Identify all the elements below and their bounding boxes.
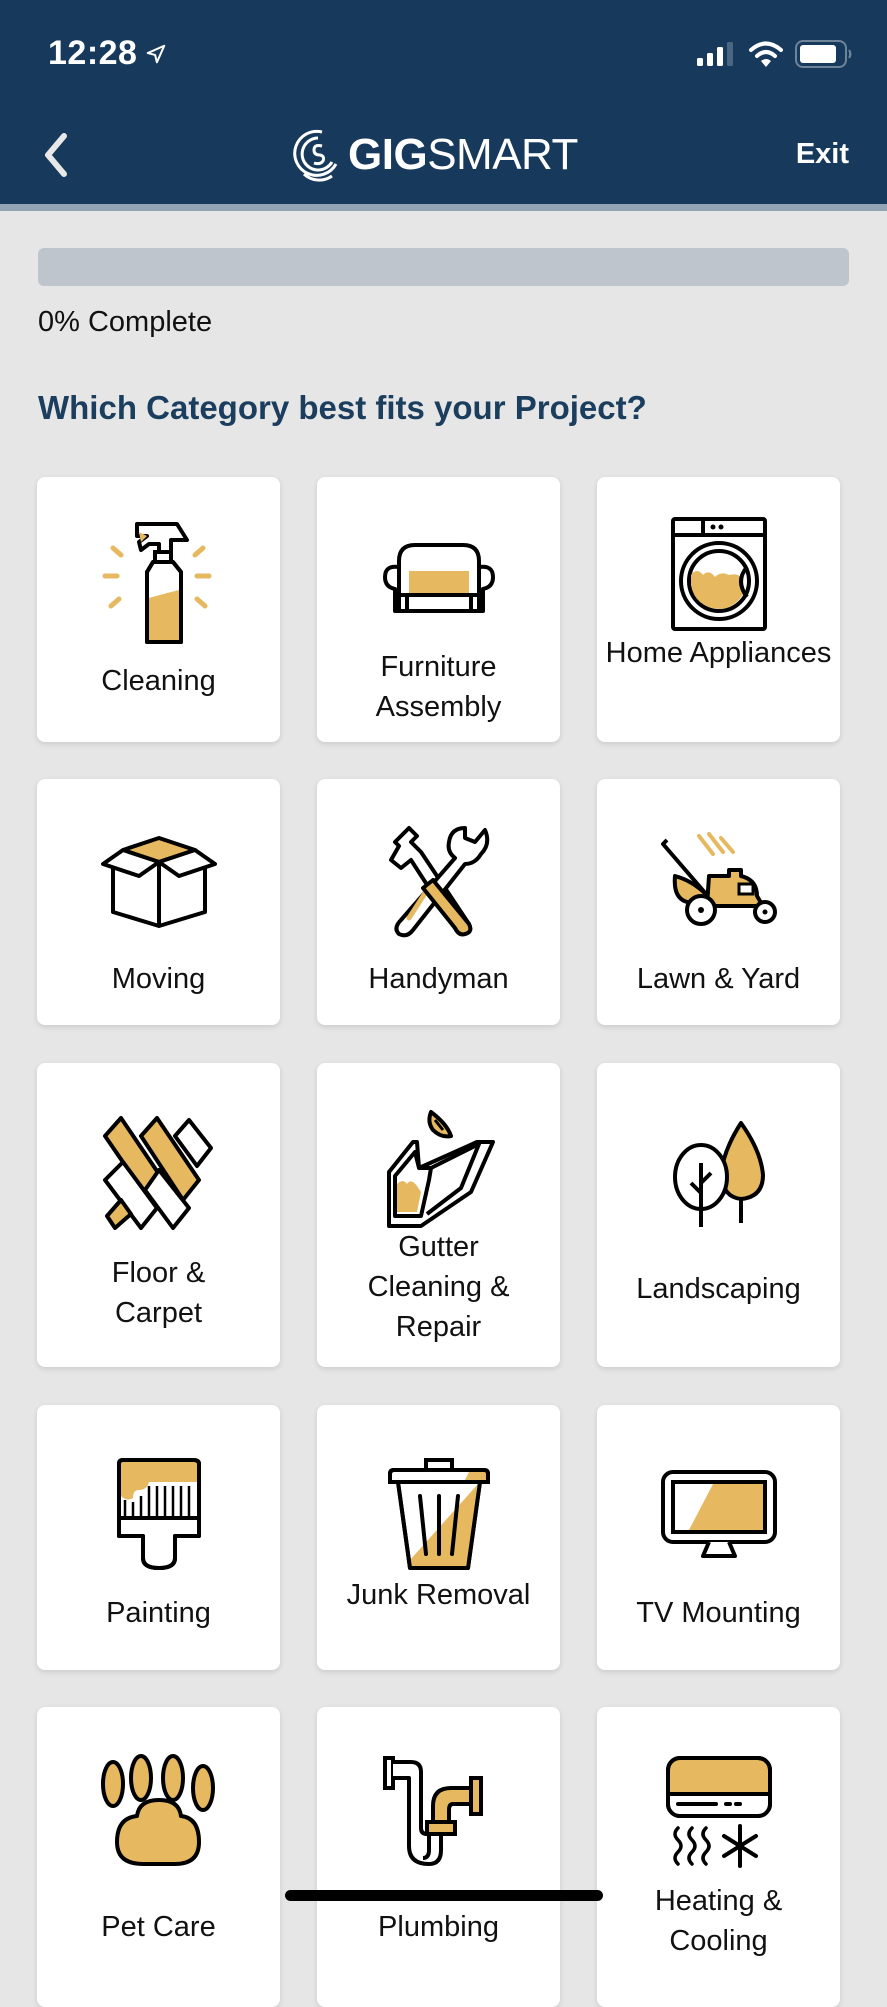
category-card-gutter-cleaning-repair[interactable]: Gutter Cleaning & Repair	[317, 1063, 560, 1367]
chevron-left-icon	[45, 133, 67, 177]
armchair-icon	[374, 517, 504, 647]
category-label: Floor & Carpet	[111, 1257, 206, 1329]
category-card-plumbing[interactable]: Plumbing	[317, 1707, 560, 2007]
category-card-tv-mounting[interactable]: TV Mounting	[597, 1405, 840, 1670]
washing-machine-icon	[654, 509, 784, 639]
category-label: Handyman	[368, 963, 509, 995]
spray-bottle-icon	[94, 517, 224, 647]
logo-mark-icon	[293, 129, 338, 182]
category-label: Moving	[111, 963, 206, 995]
category-card-cleaning[interactable]: Cleaning	[37, 477, 280, 742]
clock: 12:28	[48, 34, 138, 72]
category-card-heating-cooling[interactable]: Heating & Cooling	[597, 1707, 840, 2007]
category-card-lawn-yard[interactable]: Lawn & Yard	[597, 779, 840, 1025]
open-box-icon	[94, 817, 224, 947]
logo-regular-text: SMART	[427, 130, 578, 179]
category-label: Plumbing	[378, 1911, 499, 1943]
cellular-signal-icon	[697, 42, 733, 66]
category-label: Landscaping	[636, 1273, 801, 1305]
category-label: Junk Removal	[346, 1579, 531, 1611]
category-card-pet-care[interactable]: Pet Care	[37, 1707, 280, 2007]
category-card-landscaping[interactable]: Landscaping	[597, 1063, 840, 1367]
pipe-icon	[374, 1747, 504, 1877]
category-label: Lawn & Yard	[636, 963, 801, 995]
category-card-moving[interactable]: Moving	[37, 779, 280, 1025]
category-card-floor-carpet[interactable]: Floor & Carpet	[37, 1063, 280, 1367]
logo-bold-text: GIG	[348, 130, 428, 179]
gutter-leaf-icon	[374, 1103, 504, 1233]
status-icons	[697, 40, 853, 68]
progress-label: 0% Complete	[38, 306, 213, 338]
page-title: Which Category best fits your Project?	[38, 389, 647, 426]
app-header: 12:28 GIGSMART Exit	[0, 0, 887, 204]
category-label: Painting	[106, 1597, 211, 1629]
paint-brush-icon	[94, 1449, 224, 1579]
floor-planks-icon	[94, 1107, 224, 1237]
category-label: Home Appliances	[605, 637, 832, 669]
category-card-handyman[interactable]: Handyman	[317, 779, 560, 1025]
gigsmart-logo: GIGSMART	[292, 128, 578, 182]
wifi-icon	[749, 41, 783, 67]
air-conditioner-icon	[654, 1747, 784, 1877]
home-indicator[interactable]	[285, 1890, 603, 1901]
battery-icon	[795, 40, 852, 68]
category-label: Heating & Cooling	[654, 1885, 783, 1957]
paw-print-icon	[94, 1747, 224, 1877]
category-label: Furniture Assembly	[375, 651, 502, 723]
location-arrow-icon	[147, 44, 166, 63]
tv-monitor-icon	[654, 1449, 784, 1579]
header-divider	[0, 204, 887, 211]
category-label: TV Mounting	[636, 1597, 801, 1629]
category-label: Cleaning	[101, 665, 216, 697]
category-card-junk-removal[interactable]: Junk Removal	[317, 1405, 560, 1670]
category-card-painting[interactable]: Painting	[37, 1405, 280, 1670]
lawn-mower-icon	[654, 817, 784, 947]
status-time: 12:28	[48, 34, 167, 73]
category-card-home-appliances[interactable]: Home Appliances	[597, 477, 840, 742]
category-label: Gutter Cleaning & Repair	[367, 1231, 510, 1343]
category-label: Pet Care	[101, 1911, 216, 1943]
hammer-wrench-icon	[374, 817, 504, 947]
category-card-furniture-assembly[interactable]: Furniture Assembly	[317, 477, 560, 742]
progress-bar	[38, 248, 849, 286]
back-button[interactable]	[40, 130, 80, 180]
logo-text: GIGSMART	[348, 130, 578, 180]
trees-icon	[654, 1109, 784, 1239]
trash-can-icon	[374, 1449, 504, 1579]
exit-button[interactable]: Exit	[796, 138, 849, 171]
